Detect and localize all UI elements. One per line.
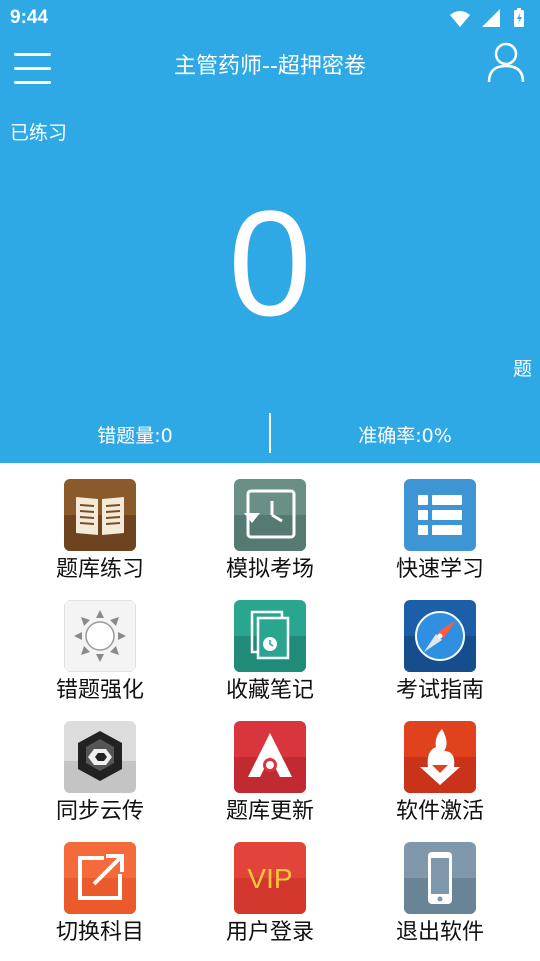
count-unit: 题 bbox=[512, 358, 532, 380]
grid-item-activate[interactable]: 软件激活 bbox=[350, 705, 530, 825]
status-bar: 9:44 bbox=[0, 0, 540, 36]
grid-item-label: 退出软件 bbox=[395, 920, 484, 945]
grid-item-question-bank[interactable]: 题库练习 bbox=[10, 463, 190, 583]
grid-item-exam-guide[interactable]: 考试指南 bbox=[350, 584, 530, 704]
user-button[interactable] bbox=[486, 40, 526, 84]
page-title: 主管药师--超押密卷 bbox=[174, 54, 366, 79]
grid-item-label: 用户登录 bbox=[225, 920, 314, 945]
vip-icon: VIP bbox=[234, 842, 306, 914]
grid-item-label: 错题强化 bbox=[55, 678, 144, 703]
summary-panel: 9:44 主管药师--超押密卷 已练习 0 题 错题量:0 准确率:0% bbox=[0, 0, 540, 463]
flame-icon bbox=[404, 721, 476, 793]
grid-item-quick-study[interactable]: 快速学习 bbox=[350, 463, 530, 583]
grid-item-mock-exam[interactable]: 模拟考场 bbox=[180, 463, 360, 583]
grid-item-label: 切换科目 bbox=[55, 920, 144, 945]
compass-icon bbox=[404, 600, 476, 672]
phone-icon bbox=[404, 842, 476, 914]
hexagon-cube-icon bbox=[64, 721, 136, 793]
function-grid: 题库练习 模拟考场 快速学习 错题强化 收藏笔记 考试指南 同步云传 题库更新 … bbox=[0, 463, 540, 961]
grid-item-bank-update[interactable]: 题库更新 bbox=[180, 705, 360, 825]
user-icon bbox=[487, 42, 525, 83]
document-clock-icon bbox=[234, 600, 306, 672]
grid-item-label: 软件激活 bbox=[395, 799, 484, 824]
status-icons bbox=[450, 7, 530, 29]
accuracy-rate: 准确率:0% bbox=[358, 425, 452, 447]
external-link-icon bbox=[64, 842, 136, 914]
battery-icon bbox=[514, 8, 524, 27]
book-icon bbox=[64, 479, 136, 551]
clock-history-icon bbox=[234, 479, 306, 551]
grid-item-cloud-sync[interactable]: 同步云传 bbox=[10, 705, 190, 825]
grid-item-favorites-notes[interactable]: 收藏笔记 bbox=[180, 584, 360, 704]
grid-item-label: 题库练习 bbox=[55, 557, 144, 582]
grid-item-exit[interactable]: 退出软件 bbox=[350, 826, 530, 946]
sun-icon bbox=[64, 600, 136, 672]
grid-item-switch-subject[interactable]: 切换科目 bbox=[10, 826, 190, 946]
wrong-count: 错题量:0 bbox=[97, 425, 173, 447]
wifi-icon bbox=[450, 11, 470, 27]
grid-item-label: 模拟考场 bbox=[225, 557, 314, 582]
grid-item-wrong-review[interactable]: 错题强化 bbox=[10, 584, 190, 704]
signal-icon bbox=[482, 9, 500, 27]
stats-bar: 错题量:0 准确率:0% bbox=[0, 413, 540, 453]
update-icon bbox=[234, 721, 306, 793]
grid-item-label: 快速学习 bbox=[395, 557, 484, 582]
list-icon bbox=[404, 479, 476, 551]
vip-text: VIP bbox=[247, 863, 292, 894]
practiced-label: 已练习 bbox=[10, 122, 68, 144]
grid-item-label: 题库更新 bbox=[225, 799, 314, 824]
grid-item-label: 同步云传 bbox=[55, 799, 144, 824]
grid-item-user-login[interactable]: VIP 用户登录 bbox=[180, 826, 360, 946]
grid-item-label: 收藏笔记 bbox=[225, 678, 314, 703]
status-time: 9:44 bbox=[10, 7, 49, 28]
grid-item-label: 考试指南 bbox=[395, 678, 484, 703]
app-bar: 主管药师--超押密卷 bbox=[0, 36, 540, 92]
practiced-count: 0 bbox=[228, 179, 312, 347]
